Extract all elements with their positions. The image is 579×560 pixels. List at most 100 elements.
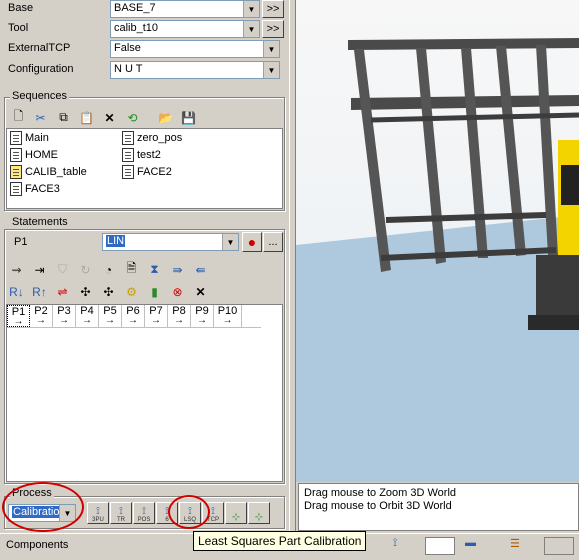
document-icon — [10, 148, 22, 162]
button-caption: POS — [137, 517, 151, 523]
message-line: Drag mouse to Orbit 3D World — [304, 500, 452, 512]
calibration-icon: ⟟ — [142, 506, 146, 517]
copy-icon[interactable]: ⧉ — [55, 109, 72, 126]
chevron-down-icon: ▼ — [243, 1, 259, 17]
process-select[interactable]: Calibration ▼ — [8, 504, 76, 522]
list-item[interactable]: test2 — [122, 148, 161, 162]
refresh-icon[interactable]: ⟲ — [124, 109, 141, 126]
tool-frame-icon[interactable]: ⟟ — [393, 537, 417, 555]
axis-cross-icon[interactable]: ✣ — [77, 283, 94, 300]
new-icon[interactable]: 🗋 — [10, 109, 27, 126]
list-arrow-icon[interactable]: ⇛ — [169, 261, 186, 278]
list-item[interactable]: zero_pos — [122, 131, 182, 145]
point-cell[interactable]: P3 → — [53, 305, 76, 327]
least-squares-calibration-button[interactable]: ⟟ LSQ — [179, 502, 201, 524]
point-cell[interactable]: P7 → — [145, 305, 168, 327]
process-title: Process — [10, 487, 54, 499]
splitter[interactable] — [289, 0, 296, 533]
close-icon[interactable]: ✕ — [192, 283, 209, 300]
transform-calibration-button[interactable]: ⟟ TR — [110, 502, 132, 524]
components-label[interactable]: Components — [6, 539, 68, 551]
external-tcp-value: False — [114, 42, 141, 54]
clock-icon[interactable]: ◔ — [100, 261, 117, 278]
point-cell[interactable]: P5 → — [99, 305, 122, 327]
tool-value: calib_t10 — [114, 22, 159, 34]
lin-motion-icon[interactable]: ⇥ — [31, 261, 48, 278]
external-tcp-label: ExternalTCP — [8, 42, 71, 54]
six-point-calibration-button[interactable]: ⟟ 6 — [156, 502, 178, 524]
calibration-icon: ⟟ — [211, 506, 215, 517]
sequences-title: Sequences — [10, 90, 70, 102]
paste-icon[interactable]: 📋 — [78, 109, 95, 126]
list-item[interactable]: FACE2 — [122, 165, 172, 179]
tool-more-button[interactable]: >> — [262, 20, 284, 38]
cut-icon[interactable]: ✂ — [32, 109, 49, 126]
frame-axis-button[interactable]: ⊹ — [225, 502, 247, 524]
list-item[interactable]: CALIB_table — [10, 165, 87, 179]
button-caption: LSQ — [183, 517, 196, 523]
tcp-calibration-button[interactable]: ⟟ TCP — [202, 502, 224, 524]
bar-chart-icon[interactable]: ▮ — [146, 283, 163, 300]
tooltip: Least Squares Part Calibration — [193, 531, 367, 551]
list-back-icon[interactable]: ⇚ — [192, 261, 209, 278]
list-item[interactable]: FACE3 — [10, 182, 60, 196]
teach-tool-icon[interactable]: R↑ — [31, 283, 48, 300]
base-value: BASE_7 — [114, 2, 156, 14]
frame-axis-2-button[interactable]: ⊹ — [248, 502, 270, 524]
button-caption: 3PU — [92, 517, 104, 523]
tool-label: Tool — [8, 22, 29, 34]
arrow-right-icon: → — [82, 315, 92, 326]
arrow-right-icon: → — [59, 315, 69, 326]
open-folder-icon[interactable]: 📂 — [157, 109, 174, 126]
point-cell[interactable]: P8 → — [168, 305, 191, 327]
hourglass-icon[interactable]: ⧗ — [146, 261, 163, 278]
shield-icon[interactable]: ⛉ — [54, 261, 71, 278]
chevron-down-icon: ▼ — [263, 62, 279, 78]
teach-frame-icon[interactable]: R↓ — [8, 283, 25, 300]
statements-more-button[interactable]: ... — [263, 232, 283, 252]
record-button[interactable]: ● — [242, 232, 262, 252]
arrow-right-icon: → — [13, 316, 24, 327]
point-cell[interactable]: P4 → — [76, 305, 99, 327]
point-cell[interactable]: P2 → — [30, 305, 53, 327]
sequence-label: FACE3 — [25, 183, 60, 195]
sequence-label: CALIB_table — [25, 166, 87, 178]
point-cell[interactable]: P9 → — [191, 305, 214, 327]
base-more-button[interactable]: >> — [262, 0, 284, 18]
three-point-calibration-button[interactable]: ⟟ 3PU — [87, 502, 109, 524]
list-item[interactable]: Main — [10, 131, 49, 145]
point-cell[interactable]: P10 → — [214, 305, 242, 327]
position-calibration-button[interactable]: ⟟ POS — [133, 502, 155, 524]
delete-icon[interactable]: ✕ — [101, 109, 118, 126]
3d-viewport[interactable] — [296, 0, 579, 482]
base-label: Base — [8, 2, 34, 14]
external-tcp-select[interactable]: False ▼ — [110, 40, 280, 58]
line-style-icon[interactable] — [425, 537, 455, 555]
render-mode-icon[interactable] — [544, 537, 574, 555]
loop-icon[interactable]: ⇌ — [54, 283, 71, 300]
stop-icon[interactable]: ⊗ — [169, 283, 186, 300]
point-cell[interactable]: P1 → — [7, 305, 30, 327]
chevron-down-icon: ▼ — [59, 505, 75, 521]
point-cell[interactable]: P6 → — [122, 305, 145, 327]
axis-cross-2-icon[interactable]: ✣ — [100, 283, 117, 300]
tool-select[interactable]: calib_t10 ▼ — [110, 20, 260, 38]
motion-type-select[interactable]: LIN ▼ — [102, 233, 239, 251]
robot-base — [536, 255, 579, 320]
ptp-motion-icon[interactable]: ⇝ — [8, 261, 25, 278]
document-icon[interactable]: 🗎 — [123, 261, 140, 278]
gear-icon[interactable]: ⚙ — [123, 283, 140, 300]
camera-icon[interactable]: ▬ — [465, 537, 495, 555]
3d-scene — [296, 38, 579, 482]
document-icon — [122, 165, 134, 179]
configuration-select[interactable]: N U T ▼ — [110, 61, 280, 79]
arrow-right-icon: → — [197, 315, 207, 326]
base-row: Base BASE_7 ▼ >> — [0, 0, 289, 18]
list-item[interactable]: HOME — [10, 148, 58, 162]
point-strip: P1 → P2 → P3 → P4 → P5 → P6 → P7 → P8 → P9 → P10 → — [7, 305, 261, 328]
circle-motion-icon[interactable]: ↻ — [77, 261, 94, 278]
list-view-icon[interactable]: ☰ — [510, 537, 532, 555]
save-icon[interactable]: 💾 — [180, 109, 197, 126]
configuration-row: Configuration N U T ▼ — [0, 61, 289, 79]
base-select[interactable]: BASE_7 ▼ — [110, 0, 260, 18]
